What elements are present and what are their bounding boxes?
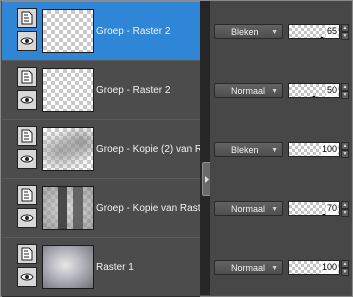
prop-row-2: Bleken ▼ 100 ▲ ▼: [210, 119, 351, 177]
layer-page-icon[interactable]: [17, 67, 37, 87]
layer-row-0[interactable]: Groep - Raster 2: [2, 1, 200, 61]
layer-icons: [17, 8, 37, 54]
blend-mode-value: Normaal: [231, 263, 266, 273]
caret-down-icon: ▼: [271, 265, 278, 272]
layer-properties: Bleken ▼ 65 ▲ ▼ Normaal ▼ 50 ▲ ▼ Bleken ▼ …: [210, 1, 351, 295]
opacity-field[interactable]: 65: [288, 24, 340, 39]
eye-icon[interactable]: [17, 31, 37, 51]
layer-page-icon[interactable]: [17, 8, 37, 28]
caret-down-icon: ▼: [271, 147, 278, 154]
caret-down-icon: ▼: [271, 206, 278, 213]
layer-icons: [17, 67, 37, 113]
blend-mode-select[interactable]: Bleken ▼: [214, 24, 283, 39]
blend-mode-value: Bleken: [231, 145, 259, 155]
opacity-field[interactable]: 100: [288, 260, 340, 275]
opacity-field[interactable]: 100: [288, 142, 340, 157]
caret-down-icon: ▼: [271, 29, 278, 36]
opacity-value: 50: [325, 84, 338, 97]
opacity-field[interactable]: 70: [288, 201, 340, 216]
spin-up-icon[interactable]: ▲: [341, 142, 349, 150]
layer-name: Groep - Kopie (2) van Raster 2: [96, 144, 200, 155]
spin-down-icon[interactable]: ▼: [341, 91, 349, 99]
layer-name: Groep - Raster 2: [96, 85, 171, 96]
eye-icon[interactable]: [17, 149, 37, 169]
prop-row-4: Normaal ▼ 100 ▲ ▼: [210, 237, 351, 295]
layer-thumbnail: [42, 68, 94, 112]
opacity-value: 100: [320, 261, 338, 274]
opacity-spinner[interactable]: ▲ ▼: [341, 142, 349, 158]
spin-down-icon[interactable]: ▼: [341, 150, 349, 158]
opacity-slider-marker[interactable]: [310, 96, 319, 97]
opacity-value: 100: [320, 143, 338, 156]
opacity-spinner[interactable]: ▲ ▼: [341, 260, 349, 276]
layer-name: Raster 1: [96, 262, 134, 273]
prop-row-1: Normaal ▼ 50 ▲ ▼: [210, 60, 351, 118]
blend-mode-select[interactable]: Normaal ▼: [214, 201, 283, 216]
layer-thumbnail: [42, 245, 94, 289]
opacity-spinner[interactable]: ▲ ▼: [341, 83, 349, 99]
layer-name: Groep - Kopie van Raster 2: [96, 203, 200, 214]
chevron-right-icon: [204, 175, 209, 183]
spin-up-icon[interactable]: ▲: [341, 24, 349, 32]
blend-mode-select[interactable]: Normaal ▼: [214, 260, 283, 275]
opacity-value: 70: [325, 202, 338, 215]
opacity-spinner[interactable]: ▲ ▼: [341, 201, 349, 217]
layer-name: Groep - Raster 2: [96, 26, 171, 37]
layer-page-icon[interactable]: [17, 126, 37, 146]
blend-mode-select[interactable]: Bleken ▼: [214, 142, 283, 157]
layer-row-2[interactable]: Groep - Kopie (2) van Raster 2: [2, 119, 200, 179]
opacity-field[interactable]: 50: [288, 83, 340, 98]
blend-mode-value: Bleken: [231, 27, 259, 37]
spin-down-icon[interactable]: ▼: [341, 209, 349, 217]
opacity-value: 65: [325, 25, 338, 38]
layer-thumbnail: [42, 186, 94, 230]
blend-mode-select[interactable]: Normaal ▼: [214, 83, 283, 98]
layer-row-3[interactable]: Groep - Kopie van Raster 2: [2, 178, 200, 238]
spin-up-icon[interactable]: ▲: [341, 201, 349, 209]
opacity-spinner[interactable]: ▲ ▼: [341, 24, 349, 40]
blend-mode-value: Normaal: [231, 86, 266, 96]
layer-page-icon[interactable]: [17, 185, 37, 205]
layer-thumbnail: [42, 9, 94, 53]
eye-icon[interactable]: [17, 208, 37, 228]
eye-icon[interactable]: [17, 90, 37, 110]
layer-icons: [17, 244, 37, 290]
layer-page-icon[interactable]: [17, 244, 37, 264]
opacity-slider-marker[interactable]: [317, 37, 326, 38]
prop-row-3: Normaal ▼ 70 ▲ ▼: [210, 178, 351, 236]
layers-list: Groep - Raster 2 Groep - Raster 2 Groep …: [2, 1, 200, 297]
blend-mode-value: Normaal: [231, 204, 266, 214]
layer-icons: [17, 126, 37, 172]
panel-splitter[interactable]: [200, 1, 210, 295]
spin-down-icon[interactable]: ▼: [341, 268, 349, 276]
prop-row-0: Bleken ▼ 65 ▲ ▼: [210, 1, 351, 59]
spin-up-icon[interactable]: ▲: [341, 260, 349, 268]
layer-row-4[interactable]: Raster 1: [2, 237, 200, 297]
spin-up-icon[interactable]: ▲: [341, 83, 349, 91]
layer-thumbnail: [42, 127, 94, 171]
spin-down-icon[interactable]: ▼: [341, 32, 349, 40]
eye-icon[interactable]: [17, 267, 37, 287]
caret-down-icon: ▼: [271, 88, 278, 95]
layer-icons: [17, 185, 37, 231]
layer-row-1[interactable]: Groep - Raster 2: [2, 60, 200, 120]
